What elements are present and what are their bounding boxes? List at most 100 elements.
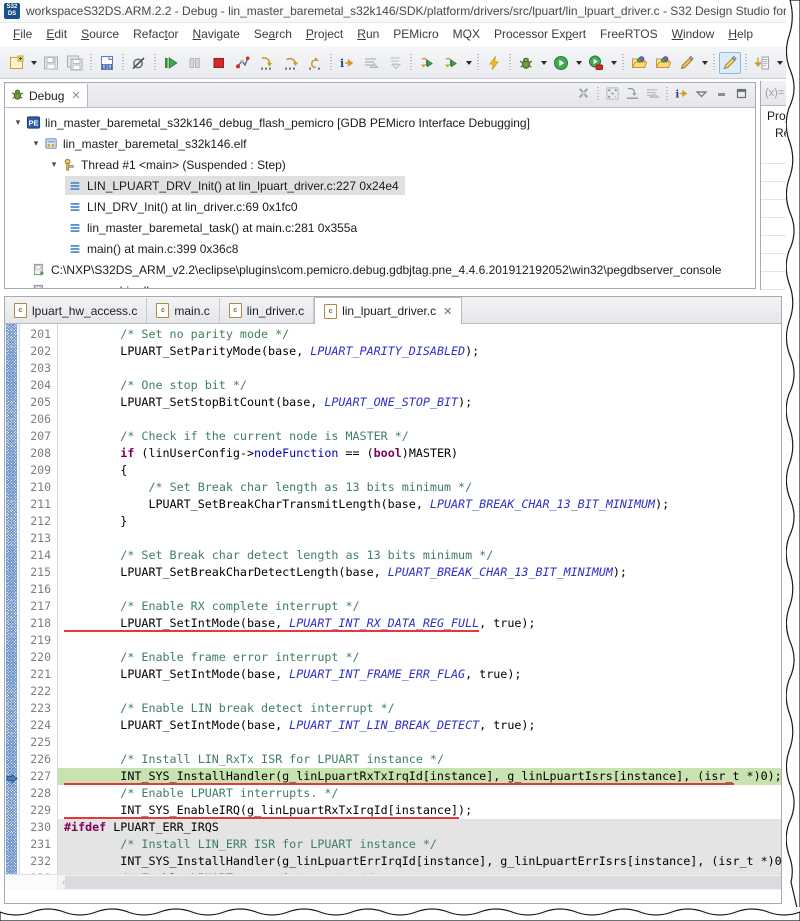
terminate-icon[interactable] — [208, 52, 230, 74]
tree-row-frame[interactable]: LIN_DRV_Init() at lin_driver.c:69 0x1fc0 — [5, 196, 755, 217]
code-line[interactable]: INT_SYS_InstallHandler(g_linLpuartErrIrq… — [58, 853, 781, 870]
remove-all-terminated-icon[interactable] — [574, 84, 593, 103]
code-line[interactable]: INT_SYS_InstallHandler(g_linLpuartRxTxIr… — [58, 768, 781, 785]
code-line[interactable]: if (linUserConfig->nodeFunction == (bool… — [58, 445, 781, 462]
code-line[interactable]: /* Check if the current node is MASTER *… — [58, 428, 781, 445]
code-line[interactable]: LPUART_SetBreakCharTransmitLength(base, … — [58, 496, 781, 513]
save-all-icon[interactable] — [64, 52, 86, 74]
selected-frame[interactable]: LIN_LPUART_DRV_Init() at lin_lpuart_driv… — [65, 176, 405, 195]
menu-item-navigate[interactable]: Navigate — [185, 26, 246, 43]
editor-tab-main[interactable]: c main.c — [147, 298, 219, 323]
search-caret[interactable] — [699, 52, 710, 74]
view-menu-icon[interactable] — [692, 84, 711, 103]
code-line[interactable] — [58, 581, 781, 598]
code-line[interactable]: #ifdef LPUART_ERR_IRQS — [58, 819, 781, 836]
menu-item-edit[interactable]: Edit — [39, 26, 74, 43]
debug-stack-tree[interactable]: ▾ PE lin_master_baremetal_s32k146_debug_… — [5, 108, 755, 288]
run-last-tool-icon[interactable] — [416, 52, 438, 74]
drop-to-frame-icon[interactable] — [623, 84, 642, 103]
code-line[interactable]: LPUART_SetIntMode(base, LPUART_INT_LIN_B… — [58, 717, 781, 734]
step-into-icon[interactable] — [256, 52, 278, 74]
menu-item-mqx[interactable]: MQX — [446, 26, 487, 43]
new-icon[interactable] — [5, 52, 27, 74]
new-dropdown-caret[interactable] — [28, 52, 39, 74]
instruction-step-icon[interactable]: i — [672, 84, 691, 103]
menu-item-pemicro[interactable]: PEMicro — [386, 26, 445, 43]
tree-row-gdb[interactable]: arm-none-eabi-gdb — [5, 280, 755, 288]
close-icon[interactable]: ✕ — [71, 89, 80, 102]
code-line[interactable] — [58, 734, 781, 751]
scroll-left-icon[interactable]: ‹ — [58, 877, 65, 888]
instruction-stepping-icon[interactable]: i — [336, 52, 358, 74]
open-element-icon[interactable] — [652, 52, 674, 74]
code-line[interactable]: /* Enable RX complete interrupt */ — [58, 598, 781, 615]
code-line[interactable] — [58, 411, 781, 428]
minimize-icon[interactable] — [712, 84, 731, 103]
disconnect-icon[interactable] — [232, 52, 254, 74]
code-line[interactable]: /* Set Break char detect length as 13 bi… — [58, 547, 781, 564]
marker-gutter[interactable] — [5, 324, 20, 890]
profile-icon[interactable] — [585, 52, 607, 74]
disassembly-icon[interactable] — [603, 84, 622, 103]
external-tools-caret[interactable] — [463, 52, 474, 74]
step-return-icon[interactable] — [304, 52, 326, 74]
run-icon[interactable] — [550, 52, 572, 74]
tree-row-frame-selected[interactable]: LIN_LPUART_DRV_Init() at lin_lpuart_driv… — [5, 175, 755, 196]
debug-caret[interactable] — [538, 52, 549, 74]
menu-item-search[interactable]: Search — [247, 26, 299, 43]
skip-all-breakpoints-icon[interactable] — [128, 52, 150, 74]
resume-icon[interactable] — [160, 52, 182, 74]
build-icon[interactable]: 010 — [96, 52, 118, 74]
run-caret[interactable] — [573, 52, 584, 74]
code-line[interactable]: { — [58, 462, 781, 479]
save-icon[interactable] — [40, 52, 62, 74]
next-annotation-icon[interactable] — [360, 52, 382, 74]
code-line[interactable] — [58, 632, 781, 649]
code-line[interactable]: /* Set no parity mode */ — [58, 326, 781, 343]
code-line[interactable]: /* Install LIN_ERR ISR for LPUART instan… — [58, 836, 781, 853]
chevron-down-icon[interactable]: ▾ — [47, 159, 61, 170]
run-external-tool-icon[interactable] — [440, 52, 462, 74]
editor-tab-lin-driver[interactable]: c lin_driver.c — [220, 298, 314, 323]
menu-item-project[interactable]: Project — [299, 26, 350, 43]
horizontal-scrollbar[interactable]: ‹ — [5, 874, 781, 890]
toggle-marker-icon[interactable] — [719, 52, 741, 74]
profile-caret[interactable] — [608, 52, 619, 74]
menu-item-source[interactable]: Source — [74, 26, 126, 43]
menu-item-processor-expert[interactable]: Processor Expert — [487, 26, 593, 43]
tree-row-frame[interactable]: main() at main.c:399 0x36c8 — [5, 238, 755, 259]
code-line[interactable]: /* Install LIN_RxTx ISR for LPUART insta… — [58, 751, 781, 768]
editor-tab-lpuart-hw-access[interactable]: c lpuart_hw_access.c — [5, 298, 147, 323]
tab-debug[interactable]: Debug ✕ — [5, 84, 88, 107]
next-edit-caret[interactable] — [774, 52, 785, 74]
code-area[interactable]: 2012022032042052062072082092102112122132… — [5, 324, 781, 890]
tree-row-frame[interactable]: lin_master_baremetal_task() at main.c:28… — [5, 217, 755, 238]
chevron-down-icon[interactable]: ▾ — [29, 138, 43, 149]
maximize-icon[interactable] — [732, 84, 751, 103]
code-line[interactable]: LPUART_SetStopBitCount(base, LPUART_ONE_… — [58, 394, 781, 411]
tree-row-launch[interactable]: ▾ PE lin_master_baremetal_s32k146_debug_… — [5, 112, 755, 133]
code-line[interactable]: LPUART_SetIntMode(base, LPUART_INT_FRAME… — [58, 666, 781, 683]
code-line[interactable]: /* Set Break char length as 13 bits mini… — [58, 479, 781, 496]
menu-item-run[interactable]: Run — [350, 26, 386, 43]
code-line[interactable]: /* One stop bit */ — [58, 377, 781, 394]
code-line[interactable]: LPUART_SetBreakCharDetectLength(base, LP… — [58, 564, 781, 581]
search-pencil-icon[interactable] — [676, 52, 698, 74]
chevron-down-icon[interactable]: ▾ — [11, 117, 25, 128]
code-line[interactable]: } — [58, 513, 781, 530]
tree-row-thread[interactable]: ▾ Thread #1 <main> (Suspended : Step) — [5, 154, 755, 175]
code-line[interactable] — [58, 683, 781, 700]
suspend-icon[interactable] — [184, 52, 206, 74]
code-line[interactable] — [58, 530, 781, 547]
code-line[interactable]: LPUART_SetIntMode(base, LPUART_INT_RX_DA… — [58, 615, 781, 632]
code-line[interactable]: INT_SYS_EnableIRQ(g_linLpuartRxTxIrqId[i… — [58, 802, 781, 819]
debug-lightning-icon[interactable] — [483, 52, 505, 74]
step-over-icon[interactable] — [280, 52, 302, 74]
menu-item-freertos[interactable]: FreeRTOS — [593, 26, 665, 43]
code-line[interactable]: LPUART_SetParityMode(base, LPUART_PARITY… — [58, 343, 781, 360]
previous-annotation-icon[interactable] — [384, 52, 406, 74]
menu-item-window[interactable]: Window — [665, 26, 722, 43]
menu-item-help[interactable]: Help — [721, 26, 760, 43]
code-line[interactable]: /* Enable LIN break detect interrupt */ — [58, 700, 781, 717]
code-line[interactable] — [58, 360, 781, 377]
